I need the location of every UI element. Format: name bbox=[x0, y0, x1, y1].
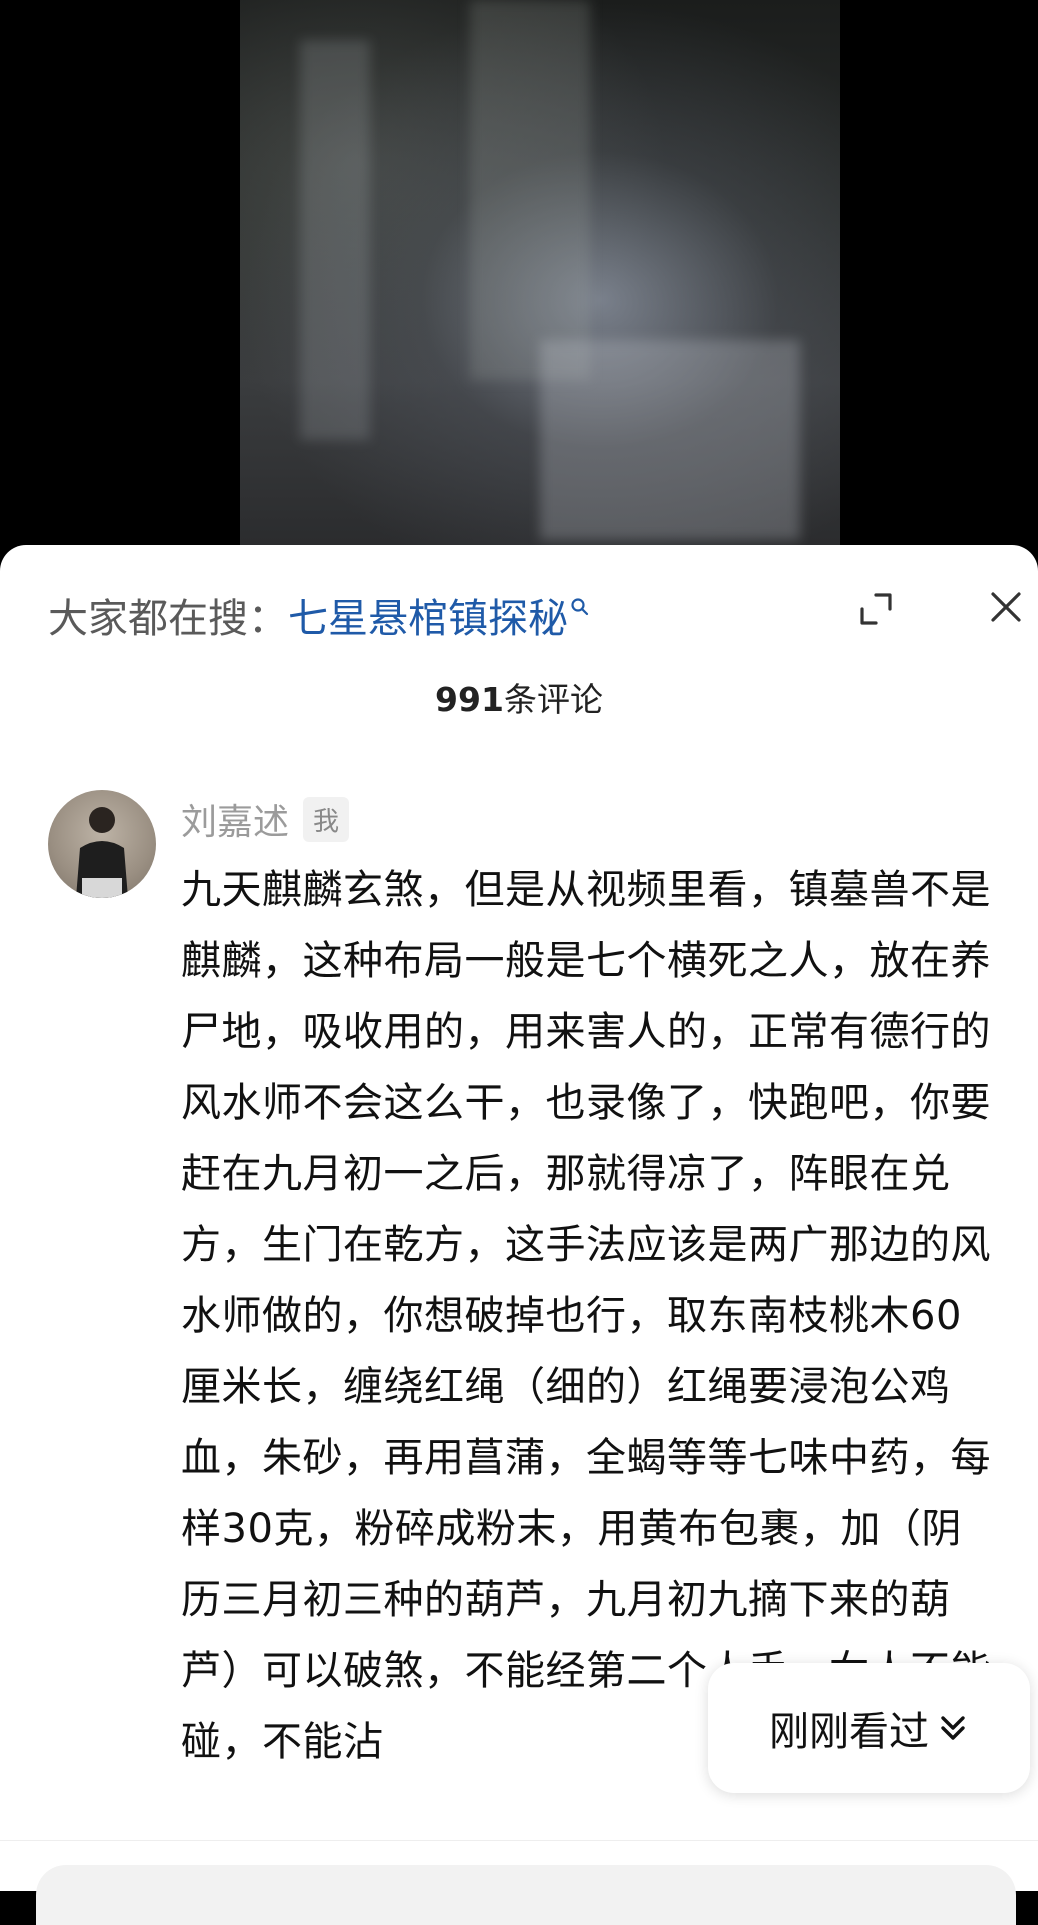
expand-icon[interactable] bbox=[856, 589, 896, 629]
double-chevron-down-icon bbox=[941, 1716, 965, 1740]
search-icon bbox=[570, 595, 590, 635]
trending-search-term[interactable]: 七星悬棺镇探秘 bbox=[288, 586, 568, 644]
comment-author-name[interactable]: 刘嘉述 bbox=[181, 793, 289, 845]
comment-input-bar[interactable] bbox=[36, 1865, 1016, 1925]
close-icon[interactable] bbox=[988, 589, 1024, 625]
comments-sheet: 大家都在搜： 七星悬棺镇探秘 991条评论 刘嘉述 我 九天麒麟玄煞，但是从视频… bbox=[0, 545, 1038, 1925]
comment-author[interactable]: 刘嘉述 我 bbox=[181, 793, 350, 845]
comment-body[interactable]: 九天麒麟玄煞，但是从视频里看，镇墓兽不是麒麟，这种布局一般是七个横死之人，放在养… bbox=[181, 855, 1001, 1778]
recently-viewed-button[interactable]: 刚刚看过 bbox=[708, 1663, 1030, 1793]
video-player[interactable] bbox=[0, 0, 1038, 560]
me-badge: 我 bbox=[303, 796, 350, 842]
comment-count: 991条评论 bbox=[0, 673, 1038, 721]
recently-viewed-label: 刚刚看过 bbox=[769, 1709, 929, 1755]
comment-count-number: 991 bbox=[435, 680, 504, 719]
trending-search[interactable]: 大家都在搜： 七星悬棺镇探秘 bbox=[48, 585, 590, 645]
trending-search-prefix: 大家都在搜： bbox=[48, 596, 288, 642]
video-frame[interactable] bbox=[240, 0, 840, 545]
avatar[interactable] bbox=[48, 790, 156, 898]
comment-count-suffix: 条评论 bbox=[503, 680, 603, 719]
